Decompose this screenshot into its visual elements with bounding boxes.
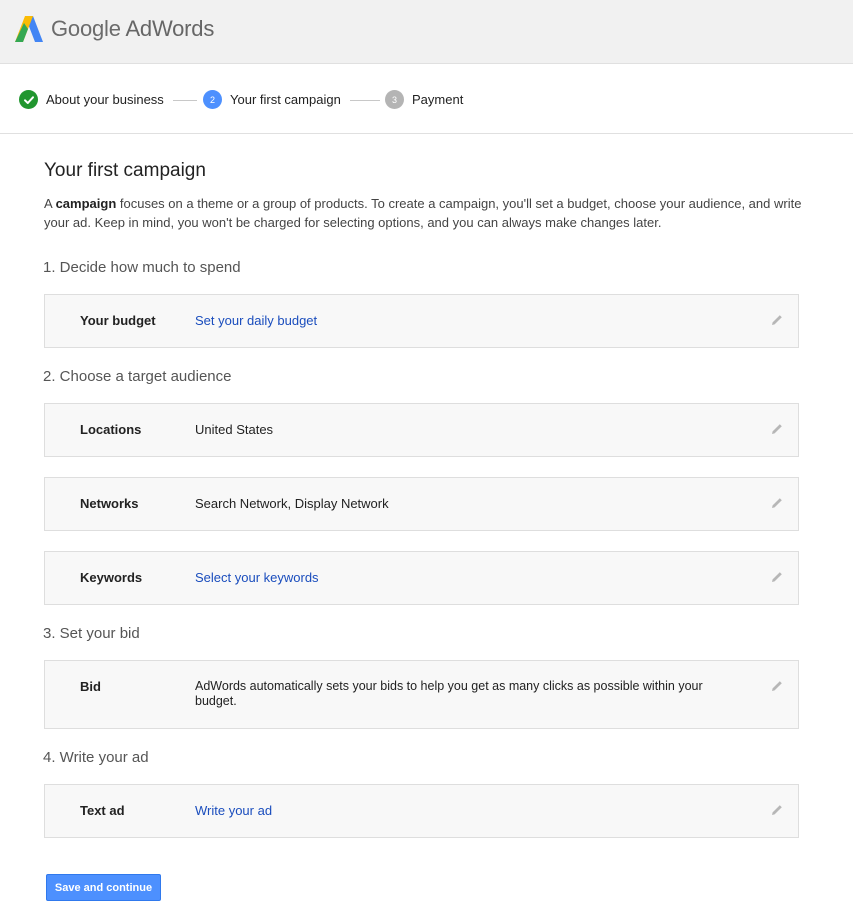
progress-stepper: About your business 2 Your first campaig… (0, 64, 853, 134)
bid-label: Bid (80, 679, 101, 694)
step-label: Your first campaign (230, 92, 341, 107)
locations-label: Locations (80, 422, 142, 437)
section-heading-budget: 1. Decide how much to spend (43, 259, 241, 276)
page-title: Your first campaign (44, 160, 206, 181)
keywords-label: Keywords (80, 570, 143, 585)
step-about-your-business[interactable]: About your business (19, 90, 164, 109)
pencil-icon[interactable] (770, 422, 784, 436)
pencil-icon[interactable] (770, 679, 784, 693)
step-label: Payment (412, 92, 464, 107)
networks-card[interactable]: Networks Search Network, Display Network (44, 477, 799, 531)
section-heading-ad: 4. Write your ad (43, 749, 149, 766)
section-heading-bid: 3. Set your bid (43, 625, 140, 642)
networks-value: Search Network, Display Network (195, 496, 389, 511)
locations-value: United States (195, 422, 274, 437)
intro-rest: focuses on a theme or a group of product… (44, 196, 802, 230)
step-number-badge: 2 (203, 90, 222, 109)
text-ad-card[interactable]: Text ad Write your ad (44, 784, 799, 838)
step-payment[interactable]: 3 Payment (385, 90, 463, 109)
section-heading-audience: 2. Choose a target audience (43, 368, 232, 385)
keywords-card[interactable]: Keywords Select your keywords (44, 551, 799, 605)
logo-adwords-text: AdWords (125, 16, 215, 41)
adwords-logo-icon[interactable] (14, 14, 44, 44)
checkmark-icon (19, 90, 38, 109)
pencil-icon[interactable] (770, 496, 784, 510)
top-header: Google AdWords (0, 0, 853, 64)
pencil-icon[interactable] (770, 570, 784, 584)
intro-text: A campaign focuses on a theme or a group… (44, 194, 804, 232)
pencil-icon[interactable] (770, 313, 784, 327)
text-ad-label: Text ad (80, 803, 125, 818)
pencil-icon[interactable] (770, 803, 784, 817)
budget-label: Your budget (80, 313, 156, 328)
step-label: About your business (46, 92, 164, 107)
budget-card[interactable]: Your budget Set your daily budget (44, 294, 799, 348)
product-logo-text[interactable]: Google AdWords (51, 16, 214, 42)
intro-bold-term: campaign (55, 196, 117, 211)
step-connector (173, 100, 197, 101)
save-and-continue-button[interactable]: Save and continue (46, 874, 161, 901)
networks-label: Networks (80, 496, 139, 511)
bid-description: AdWords automatically sets your bids to … (195, 679, 703, 708)
step-connector (350, 100, 380, 101)
select-keywords-link[interactable]: Select your keywords (195, 570, 319, 585)
step-your-first-campaign[interactable]: 2 Your first campaign (203, 90, 341, 109)
intro-prefix: A (44, 196, 56, 211)
bid-card[interactable]: Bid AdWords automatically sets your bids… (44, 660, 799, 729)
logo-google-text: Google (51, 16, 121, 41)
locations-card[interactable]: Locations United States (44, 403, 799, 457)
set-daily-budget-link[interactable]: Set your daily budget (195, 313, 317, 328)
step-number-badge: 3 (385, 90, 404, 109)
write-your-ad-link[interactable]: Write your ad (195, 803, 272, 818)
